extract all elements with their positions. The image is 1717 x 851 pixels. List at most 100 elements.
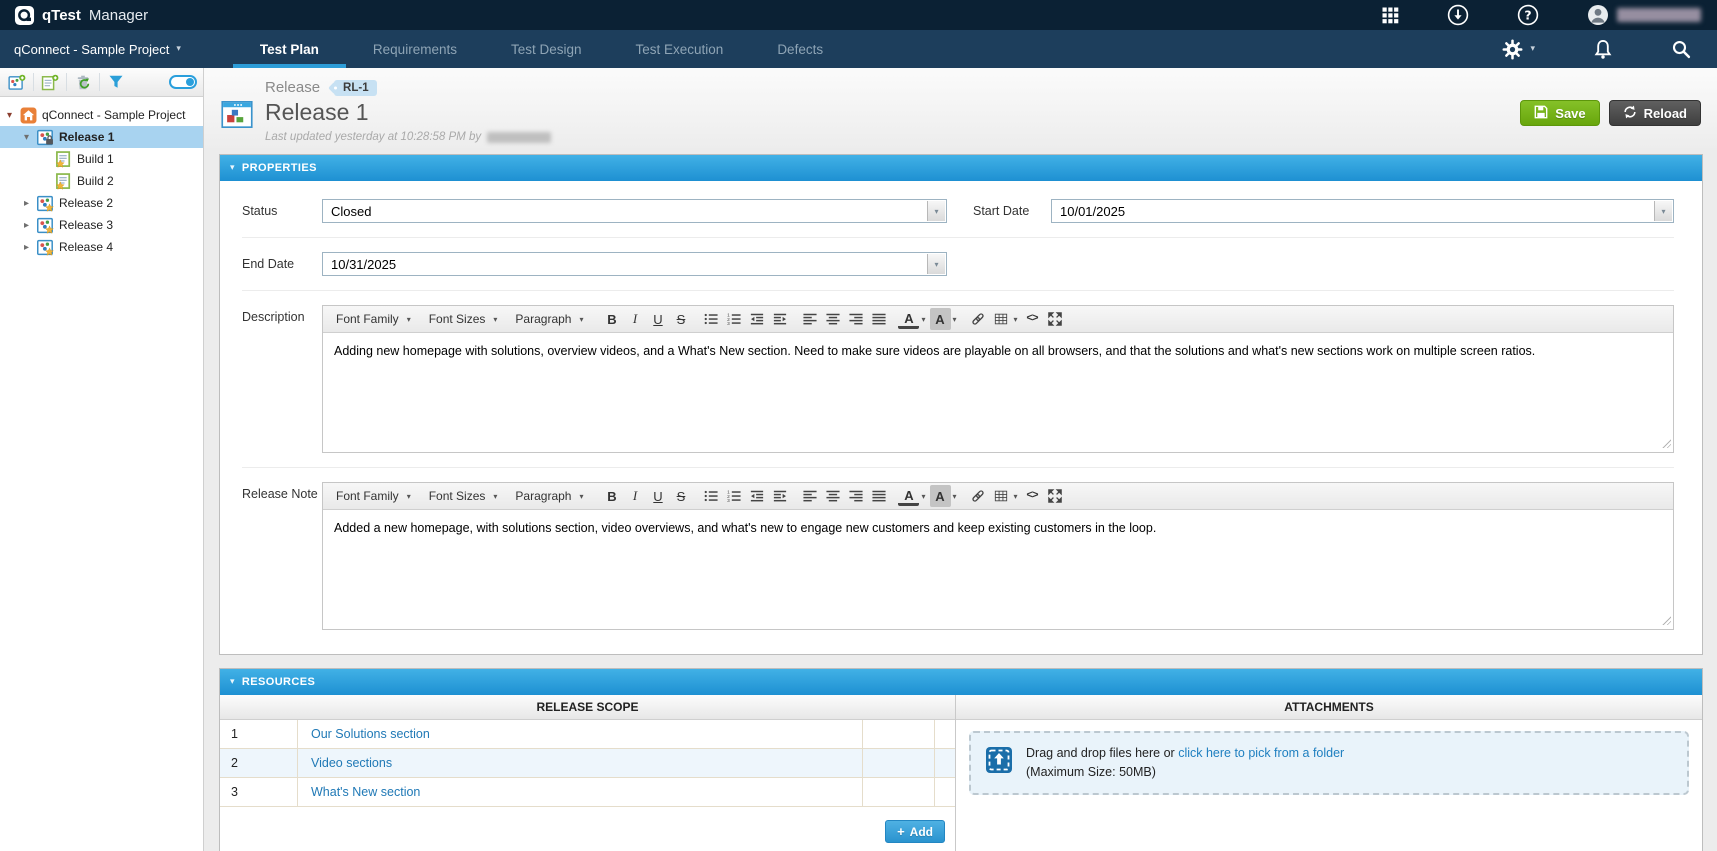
source-code-button[interactable]: <>	[1022, 308, 1043, 330]
underline-button[interactable]: U	[647, 308, 668, 330]
link-button[interactable]	[968, 308, 989, 330]
project-selector[interactable]: qConnect - Sample Project ▾	[14, 30, 181, 68]
background-color-button[interactable]: A	[929, 308, 951, 330]
link-button[interactable]	[968, 485, 989, 507]
tree-item-build-1[interactable]: Build 1	[0, 148, 203, 170]
resources-section-bar[interactable]: ▾ RESOURCES	[220, 669, 1702, 695]
gear-icon[interactable]	[1502, 39, 1523, 60]
chevron-down-icon[interactable]: ▾	[1012, 315, 1020, 324]
justify-button[interactable]	[868, 308, 889, 330]
chevron-down-icon[interactable]: ▾	[919, 315, 927, 324]
tree-item-qconnect-sample-project[interactable]: ▾ qConnect - Sample Project	[0, 104, 203, 126]
numbered-list-button[interactable]: 123	[723, 485, 744, 507]
underline-button[interactable]: U	[647, 485, 668, 507]
start-date-field[interactable]: 10/01/2025 ▾	[1051, 199, 1674, 223]
align-center-button[interactable]	[822, 308, 843, 330]
status-select[interactable]: Closed ▾	[322, 199, 947, 223]
attachments-dropzone[interactable]: Drag and drop files here or click here t…	[969, 731, 1689, 795]
tree-item-build-2[interactable]: Build 2	[0, 170, 203, 192]
align-left-button[interactable]	[799, 308, 820, 330]
bullet-list-button[interactable]	[700, 308, 721, 330]
pick-from-folder-link[interactable]: click here to pick from a folder	[1178, 746, 1344, 760]
dropdown-arrow-icon[interactable]: ▾	[927, 201, 945, 221]
tab-test-execution[interactable]: Test Execution	[609, 30, 751, 68]
font-family-dropdown[interactable]: Font Family ▾	[329, 485, 420, 507]
bullet-list-button[interactable]	[700, 485, 721, 507]
justify-button[interactable]	[868, 485, 889, 507]
scope-item-link[interactable]: Our Solutions section	[311, 727, 430, 741]
properties-section-bar[interactable]: ▾ PROPERTIES	[220, 155, 1702, 181]
user-avatar[interactable]	[1587, 4, 1609, 26]
table-button[interactable]	[991, 485, 1012, 507]
bold-button[interactable]: B	[601, 308, 622, 330]
caret-right-icon[interactable]: ▸	[21, 242, 32, 253]
collapse-caret-icon[interactable]: ▾	[230, 677, 235, 687]
scope-item-link[interactable]: What's New section	[311, 785, 420, 799]
tab-defects[interactable]: Defects	[750, 30, 850, 68]
italic-button[interactable]: I	[624, 485, 645, 507]
settings-menu[interactable]: ▾	[1502, 39, 1535, 60]
align-right-button[interactable]	[845, 485, 866, 507]
help-icon[interactable]: ?	[1517, 4, 1539, 26]
font-sizes-dropdown[interactable]: Font Sizes ▾	[422, 308, 507, 330]
chevron-down-icon[interactable]: ▾	[919, 492, 927, 501]
indent-button[interactable]	[769, 485, 790, 507]
paragraph-dropdown[interactable]: Paragraph ▾	[508, 485, 592, 507]
chevron-down-icon[interactable]: ▾	[951, 315, 959, 324]
collapse-caret-icon[interactable]: ▾	[230, 163, 235, 173]
tree-item-release-1[interactable]: ▾ Release 1	[0, 126, 203, 148]
tab-test-design[interactable]: Test Design	[484, 30, 609, 68]
filter-icon[interactable]	[103, 70, 129, 94]
font-sizes-dropdown[interactable]: Font Sizes ▾	[422, 485, 507, 507]
apps-grid-icon[interactable]	[1382, 7, 1399, 24]
caret-right-icon[interactable]: ▸	[21, 198, 32, 209]
tab-requirements[interactable]: Requirements	[346, 30, 484, 68]
strikethrough-button[interactable]: S	[670, 308, 691, 330]
chevron-down-icon[interactable]: ▾	[951, 492, 959, 501]
chevron-down-icon[interactable]: ▾	[1012, 492, 1020, 501]
release-note-editor-content[interactable]: Added a new homepage, with solutions sec…	[323, 510, 1673, 629]
background-color-button[interactable]: A	[929, 485, 951, 507]
download-icon[interactable]	[1447, 4, 1469, 26]
tree-item-release-2[interactable]: ▸ Release 2	[0, 192, 203, 214]
table-button[interactable]	[991, 308, 1012, 330]
indent-button[interactable]	[769, 308, 790, 330]
align-center-button[interactable]	[822, 485, 843, 507]
user-chip[interactable]	[1587, 4, 1701, 26]
fullscreen-button[interactable]	[1045, 485, 1066, 507]
outdent-button[interactable]	[746, 485, 767, 507]
view-toggle[interactable]	[169, 75, 197, 89]
save-button[interactable]: Save	[1520, 100, 1600, 126]
paragraph-dropdown[interactable]: Paragraph ▾	[508, 308, 592, 330]
tree-item-release-4[interactable]: ▸ Release 4	[0, 236, 203, 258]
fullscreen-button[interactable]	[1045, 308, 1066, 330]
caret-down-icon[interactable]: ▾	[4, 110, 15, 121]
dropdown-arrow-icon[interactable]: ▾	[927, 254, 945, 274]
caret-right-icon[interactable]: ▸	[21, 220, 32, 231]
font-family-dropdown[interactable]: Font Family ▾	[329, 308, 420, 330]
end-date-field[interactable]: 10/31/2025 ▾	[322, 252, 947, 276]
recycle-bin-icon[interactable]	[70, 70, 96, 94]
scope-item-link[interactable]: Video sections	[311, 756, 392, 770]
numbered-list-button[interactable]: 123	[723, 308, 744, 330]
italic-button[interactable]: I	[624, 308, 645, 330]
tab-test-plan[interactable]: Test Plan	[232, 30, 346, 68]
new-build-icon[interactable]	[37, 70, 63, 94]
bold-button[interactable]: B	[601, 485, 622, 507]
add-button[interactable]: + Add	[885, 820, 945, 843]
source-code-button[interactable]: <>	[1022, 485, 1043, 507]
strikethrough-button[interactable]: S	[670, 485, 691, 507]
text-color-button[interactable]: A	[898, 311, 920, 329]
notifications-bell-icon[interactable]	[1593, 39, 1613, 60]
dropdown-arrow-icon[interactable]: ▾	[1654, 201, 1672, 221]
tree-item-release-3[interactable]: ▸ Release 3	[0, 214, 203, 236]
align-right-button[interactable]	[845, 308, 866, 330]
text-color-button[interactable]: A	[898, 488, 920, 506]
align-left-button[interactable]	[799, 485, 820, 507]
new-release-icon[interactable]	[4, 70, 30, 94]
search-icon[interactable]	[1671, 39, 1691, 59]
outdent-button[interactable]	[746, 308, 767, 330]
description-editor-content[interactable]: Adding new homepage with solutions, over…	[323, 333, 1673, 452]
reload-button[interactable]: Reload	[1608, 100, 1701, 126]
caret-down-icon[interactable]: ▾	[21, 132, 32, 143]
